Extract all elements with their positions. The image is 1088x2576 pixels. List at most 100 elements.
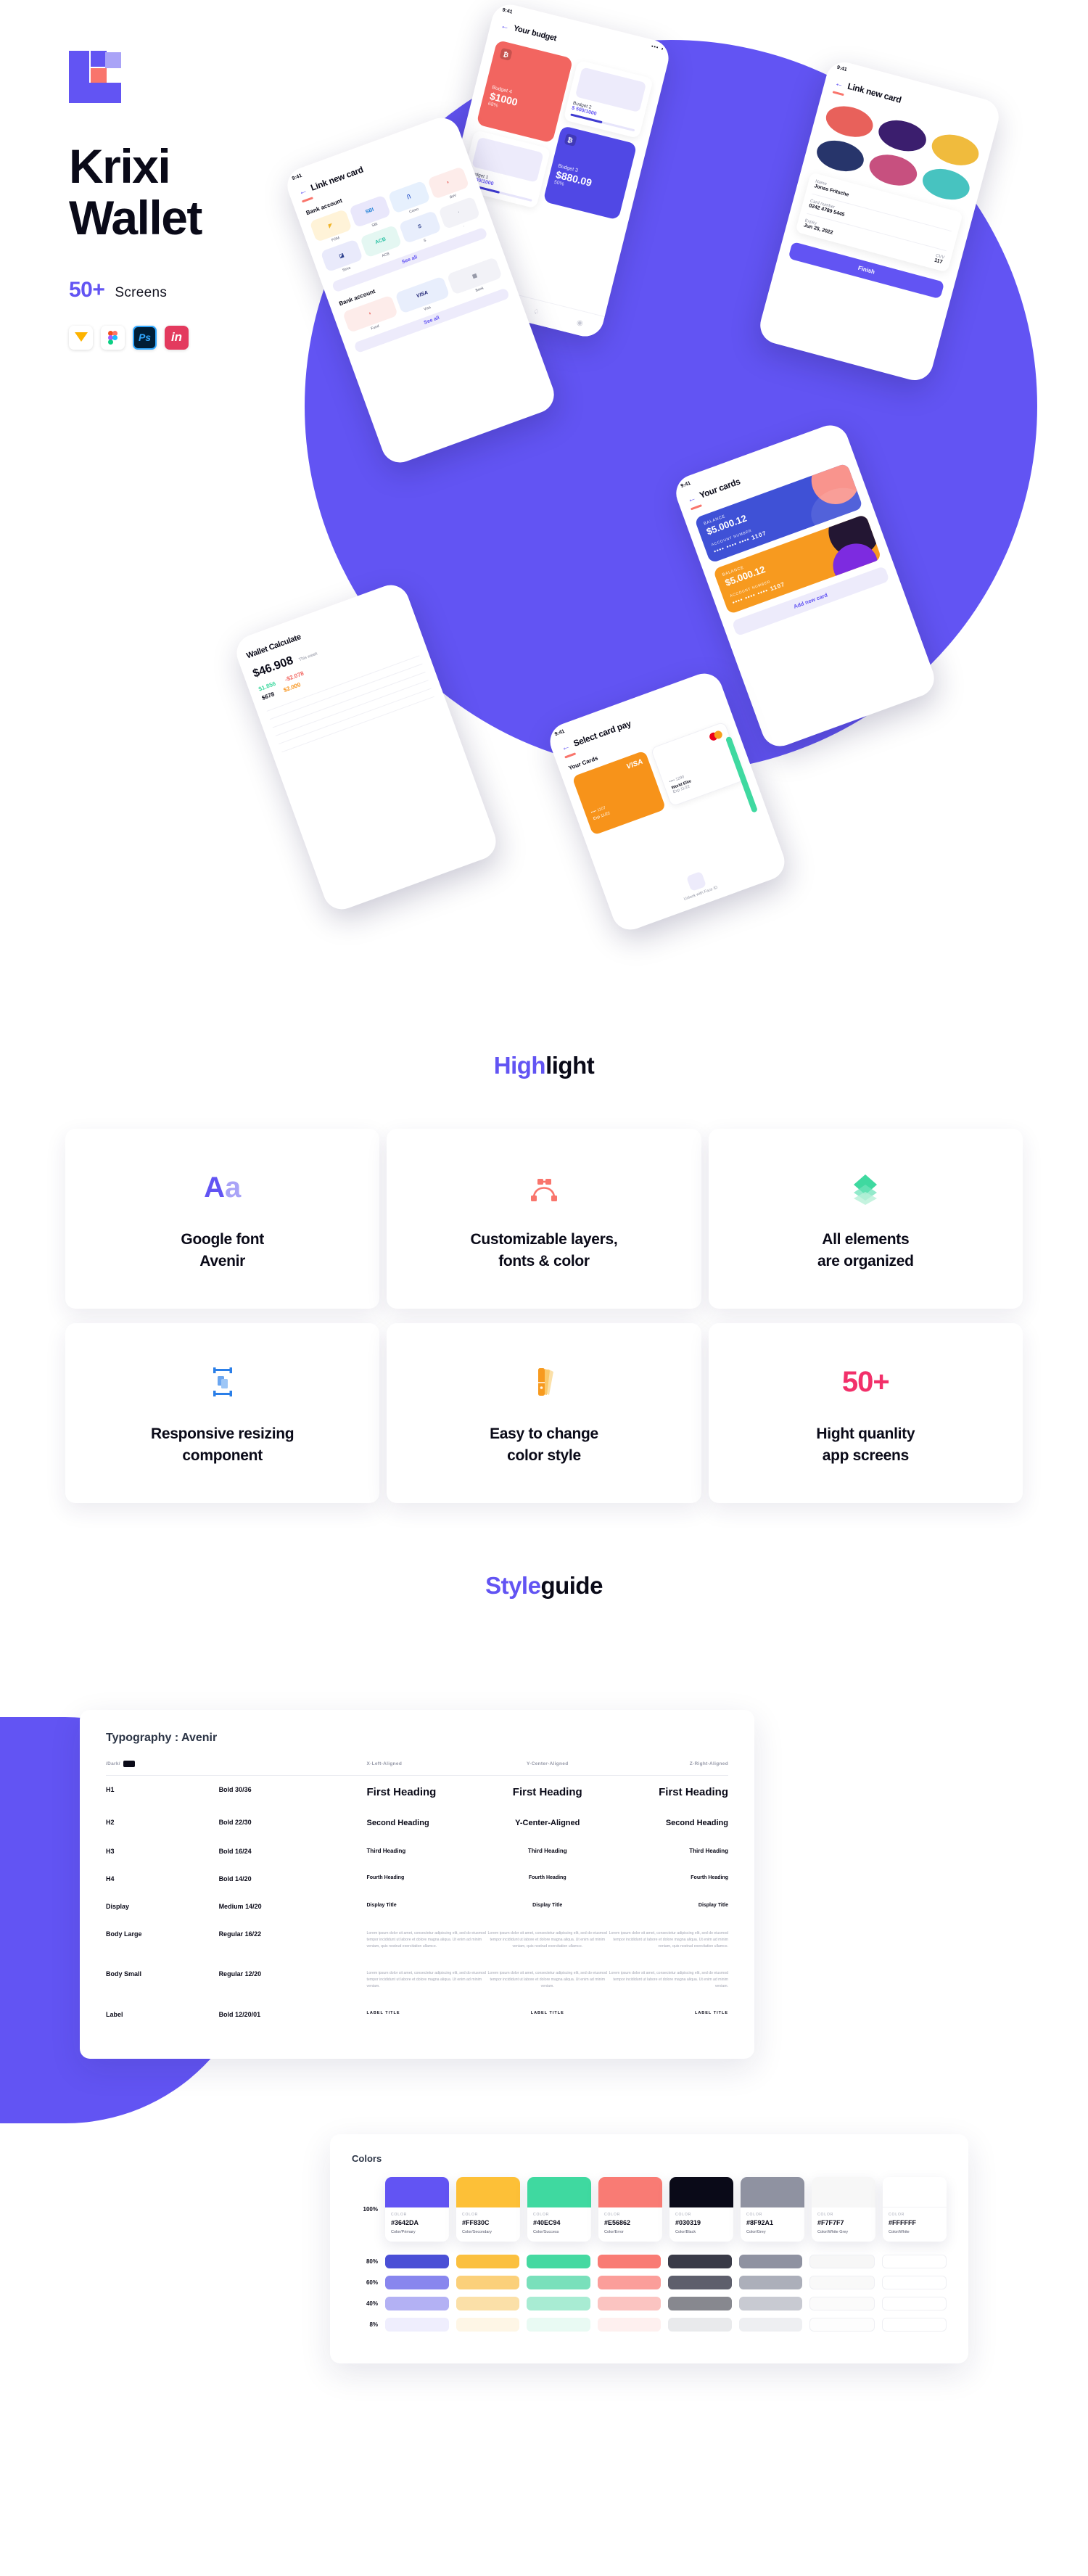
sample-center: Third Heading — [527, 1848, 567, 1854]
sample-center: Display Title — [532, 1903, 563, 1908]
avatar[interactable] — [919, 163, 973, 205]
color-swatch-success-80[interactable] — [527, 2255, 590, 2268]
color-swatch-success-40[interactable] — [527, 2297, 590, 2310]
colors-card: Colors 100% COLOR #3642DA Color/Primary — [330, 2134, 968, 2363]
color-swatch-white-8[interactable] — [881, 2318, 947, 2332]
color-swatch-error-80[interactable] — [597, 2255, 661, 2268]
color-step-label: 80% — [366, 2258, 378, 2265]
color-swatch-error-60[interactable] — [597, 2276, 661, 2289]
nav-profile-icon[interactable]: ◉ — [576, 318, 584, 328]
screens-label: Screens — [115, 284, 168, 300]
see-all-link[interactable]: See all — [401, 255, 418, 265]
resize-frame-icon — [204, 1359, 242, 1404]
typography-card: Typography : Avenir /Dark/ X-Left-Aligne… — [80, 1710, 754, 2059]
color-swatch-white-80[interactable] — [881, 2255, 947, 2268]
color-swatch-secondary-40[interactable] — [456, 2297, 519, 2310]
color-name: Color/Primary — [391, 2230, 416, 2234]
color-step-label: 60% — [366, 2279, 378, 2286]
color-tile-white-grey[interactable]: COLOR #F7F7F7 Color/White Grey — [812, 2177, 875, 2242]
avatar[interactable] — [813, 135, 867, 176]
back-arrow-icon[interactable]: ← — [500, 20, 511, 32]
color-swatch-error-40[interactable] — [597, 2297, 661, 2310]
color-swatch-black-80[interactable] — [668, 2255, 732, 2268]
color-tile-success[interactable]: COLOR #40EC94 Color/Success — [527, 2177, 591, 2242]
color-swatch-error-8[interactable] — [597, 2318, 661, 2332]
screen-title: Your budget — [512, 23, 558, 44]
avatar[interactable] — [875, 115, 930, 156]
back-arrow-icon[interactable]: ← — [834, 78, 845, 90]
color-swatch-white-grey-80[interactable] — [809, 2255, 875, 2268]
type-name: H2 — [106, 1819, 115, 1826]
color-swatch-primary-8[interactable] — [385, 2318, 449, 2332]
color-hex: #F7F7F7 — [817, 2219, 844, 2226]
styleguide-heading: Styleguide — [0, 1572, 1088, 1600]
color-tile-error[interactable]: COLOR #E56862 Color/Error — [598, 2177, 662, 2242]
color-row-8: 8% — [352, 2318, 947, 2332]
color-swatch-secondary-60[interactable] — [456, 2276, 519, 2289]
highlight-card-label: All elements are organized — [817, 1231, 914, 1270]
highlight-card-label: Responsive resizing component — [150, 1425, 294, 1464]
screen-title: Link new card — [846, 81, 903, 105]
avatar[interactable] — [866, 149, 920, 190]
back-arrow-icon[interactable]: ← — [560, 741, 572, 753]
color-swatch-grey-80[interactable] — [738, 2255, 802, 2268]
face-id-label: Unlock with Face ID — [683, 885, 719, 902]
sample-center: First Heading — [512, 1786, 582, 1798]
budget-card-3[interactable]: ₿ Budget 3 $880.09 50% — [542, 125, 638, 221]
color-swatch-primary-80[interactable] — [385, 2255, 449, 2268]
tool-icons-row: Ps in — [69, 325, 374, 350]
highlight-card-customizable-layers: Customizable layers, fonts & color — [387, 1129, 701, 1309]
see-all-link[interactable]: See all — [423, 315, 440, 325]
avatar[interactable] — [823, 101, 877, 142]
color-swatch-white-60[interactable] — [881, 2276, 947, 2289]
color-swatch-primary-60[interactable] — [385, 2276, 449, 2289]
color-swatch-primary-40[interactable] — [385, 2297, 449, 2310]
color-swatch-grey-8[interactable] — [738, 2318, 802, 2332]
highlight-card-label: Customizable layers, fonts & color — [470, 1231, 618, 1270]
sample-right: First Heading — [659, 1786, 728, 1798]
color-preview — [669, 2177, 733, 2207]
color-name: Color/Success — [533, 2230, 559, 2234]
color-step-label: 100% — [363, 2206, 378, 2213]
column-header — [219, 1761, 367, 1776]
nav-bell-icon[interactable]: ♤ — [532, 308, 540, 317]
sample-right: Lorem ipsum dolor sit amet, consectetur … — [609, 1971, 728, 1989]
avatar[interactable] — [928, 129, 983, 170]
color-preview — [385, 2177, 449, 2207]
face-id-icon[interactable] — [685, 871, 707, 892]
color-swatch-icon — [525, 1359, 563, 1404]
color-swatch-white-grey-40[interactable] — [809, 2297, 875, 2310]
budget-card-4[interactable]: ₿ Budget 4 $1000 68% — [476, 39, 573, 144]
sample-left: Lorem ipsum dolor sit amet, consectetur … — [366, 1971, 486, 1989]
color-swatch-secondary-80[interactable] — [456, 2255, 519, 2268]
color-tile-grey[interactable]: COLOR #8F92A1 Color/Grey — [741, 2177, 804, 2242]
brand-block: Krixi Wallet 50+ Screens Ps in — [69, 51, 374, 350]
color-tile-primary[interactable]: COLOR #3642DA Color/Primary — [385, 2177, 449, 2242]
color-swatch-black-40[interactable] — [668, 2297, 732, 2310]
color-tile-secondary[interactable]: COLOR #FF830C Color/Secondary — [456, 2177, 520, 2242]
photoshop-icon: Ps — [133, 325, 157, 350]
color-swatch-black-8[interactable] — [668, 2318, 732, 2332]
color-swatch-success-8[interactable] — [527, 2318, 590, 2332]
color-tile-white[interactable]: COLOR #FFFFFF Color/White — [883, 2177, 947, 2242]
color-swatch-white-grey-60[interactable] — [809, 2276, 875, 2289]
type-spec: Regular 12/20 — [218, 1970, 262, 1978]
color-tile-black[interactable]: COLOR #030319 Color/Black — [669, 2177, 733, 2242]
back-arrow-icon[interactable]: ← — [685, 493, 697, 505]
highlight-card-label: Hight quanlity app screens — [816, 1425, 915, 1464]
type-name: H3 — [106, 1848, 115, 1855]
color-swatch-grey-40[interactable] — [738, 2297, 802, 2310]
color-swatch-white-40[interactable] — [881, 2297, 947, 2310]
sample-right: Fourth Heading — [691, 1875, 728, 1880]
sample-right: Third Heading — [689, 1848, 728, 1854]
sample-right: LABEL TITLE — [694, 2010, 728, 2015]
screens-count-row: 50+ Screens — [69, 278, 374, 303]
color-swatch-black-60[interactable] — [668, 2276, 732, 2289]
color-swatch-success-60[interactable] — [527, 2276, 590, 2289]
color-swatch-white-grey-8[interactable] — [809, 2318, 875, 2332]
sample-center: Y-Center-Aligned — [515, 1819, 580, 1827]
color-swatch-secondary-8[interactable] — [456, 2318, 519, 2332]
color-hex: #40EC94 — [533, 2219, 561, 2226]
color-preview — [812, 2177, 875, 2207]
color-swatch-grey-60[interactable] — [738, 2276, 802, 2289]
